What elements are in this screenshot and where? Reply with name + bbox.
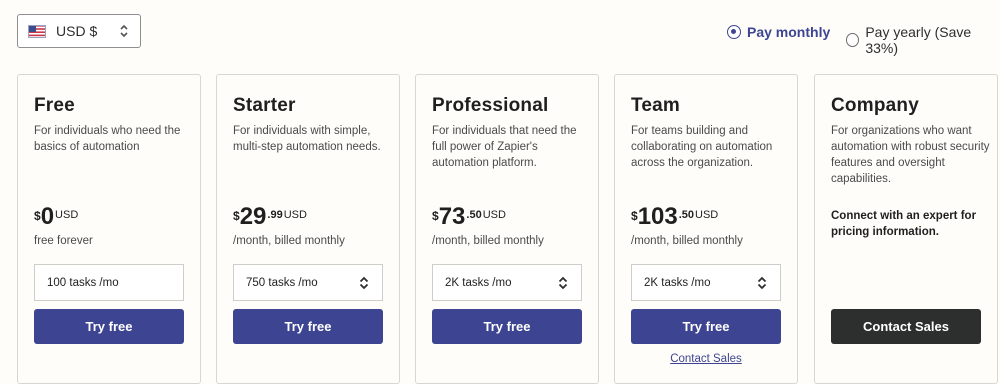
pay-yearly-label: Pay yearly (Save 33%) [865, 24, 972, 56]
chevron-up-down-icon [757, 276, 767, 289]
us-flag-icon [28, 24, 46, 38]
price-integer: 0 [40, 203, 55, 230]
tasks-value: 750 tasks /mo [246, 276, 318, 289]
price-integer: 73 [438, 203, 466, 230]
contact-expert-text: Connect with an expert for pricing infor… [831, 210, 977, 238]
billing-note: /month, billed monthly [432, 235, 544, 247]
pay-monthly-radio[interactable] [727, 25, 741, 39]
price-decimal: .50 [466, 209, 482, 221]
price-integer: 29 [239, 203, 267, 230]
contact-sales-link[interactable]: Contact Sales [631, 353, 781, 365]
price-currency-symbol: $ [34, 209, 41, 223]
billing-note: /month, billed monthly [631, 235, 743, 247]
pay-monthly-option[interactable]: Pay monthly [727, 24, 830, 40]
tasks-field: 100 tasks /mo [34, 264, 184, 301]
billing-note: free forever [34, 235, 93, 247]
currency-label: USD $ [56, 23, 98, 39]
plan-card-company: Company For organizations who want autom… [814, 74, 998, 384]
tasks-value: 2K tasks /mo [445, 276, 512, 289]
plan-description: For organizations who want automation wi… [831, 125, 990, 185]
plan-card-team: Team For teams building and collaboratin… [614, 74, 798, 384]
plan-price: $ 0 USD [34, 203, 78, 231]
currency-select[interactable]: USD $ [17, 14, 141, 48]
pay-yearly-option[interactable]: Pay yearly (Save 33%) [846, 24, 1000, 56]
price-currency-code: USD [283, 209, 307, 221]
tasks-select[interactable]: 2K tasks /mo [631, 264, 781, 301]
plan-price: $ 29 .99 USD [233, 203, 307, 231]
plan-name: Free [34, 95, 75, 116]
price-decimal: .50 [678, 209, 695, 221]
plan-description: For individuals with simple, multi-step … [233, 125, 381, 153]
try-free-button[interactable]: Try free [233, 309, 383, 344]
chevron-up-down-icon [558, 276, 568, 289]
plan-name: Company [831, 95, 919, 116]
tasks-value: 2K tasks /mo [644, 276, 711, 289]
tasks-select[interactable]: 2K tasks /mo [432, 264, 582, 301]
chevron-up-down-icon [120, 24, 128, 38]
plan-name: Professional [432, 95, 549, 116]
plan-name: Starter [233, 95, 296, 116]
plan-card-free: Free For individuals who need the basics… [17, 74, 201, 384]
try-free-button[interactable]: Try free [631, 309, 781, 344]
try-free-button[interactable]: Try free [34, 309, 184, 344]
tasks-value: 100 tasks /mo [47, 276, 119, 289]
price-currency-code: USD [55, 209, 79, 221]
plan-price: $ 103 .50 USD [631, 203, 718, 231]
plan-price: $ 73 .50 USD [432, 203, 506, 231]
try-free-button[interactable]: Try free [432, 309, 582, 344]
price-currency-symbol: $ [233, 209, 240, 223]
price-currency-code: USD [695, 209, 719, 221]
plan-card-starter: Starter For individuals with simple, mul… [216, 74, 400, 384]
pay-yearly-radio[interactable] [846, 33, 860, 47]
plan-description: For individuals that need the full power… [432, 125, 577, 169]
price-currency-symbol: $ [432, 209, 439, 223]
billing-note: /month, billed monthly [233, 235, 345, 247]
contact-sales-button[interactable]: Contact Sales [831, 309, 981, 344]
chevron-up-down-icon [359, 276, 369, 289]
plan-description: For individuals who need the basics of a… [34, 125, 181, 153]
plan-card-professional: Professional For individuals that need t… [415, 74, 599, 384]
price-decimal: .99 [267, 209, 283, 221]
price-currency-code: USD [482, 209, 506, 221]
price-integer: 103 [637, 203, 678, 230]
pay-monthly-label: Pay monthly [747, 24, 831, 40]
plan-name: Team [631, 95, 681, 116]
price-currency-symbol: $ [631, 209, 638, 223]
tasks-select[interactable]: 750 tasks /mo [233, 264, 383, 301]
plan-description: For teams building and collaborating on … [631, 125, 773, 169]
